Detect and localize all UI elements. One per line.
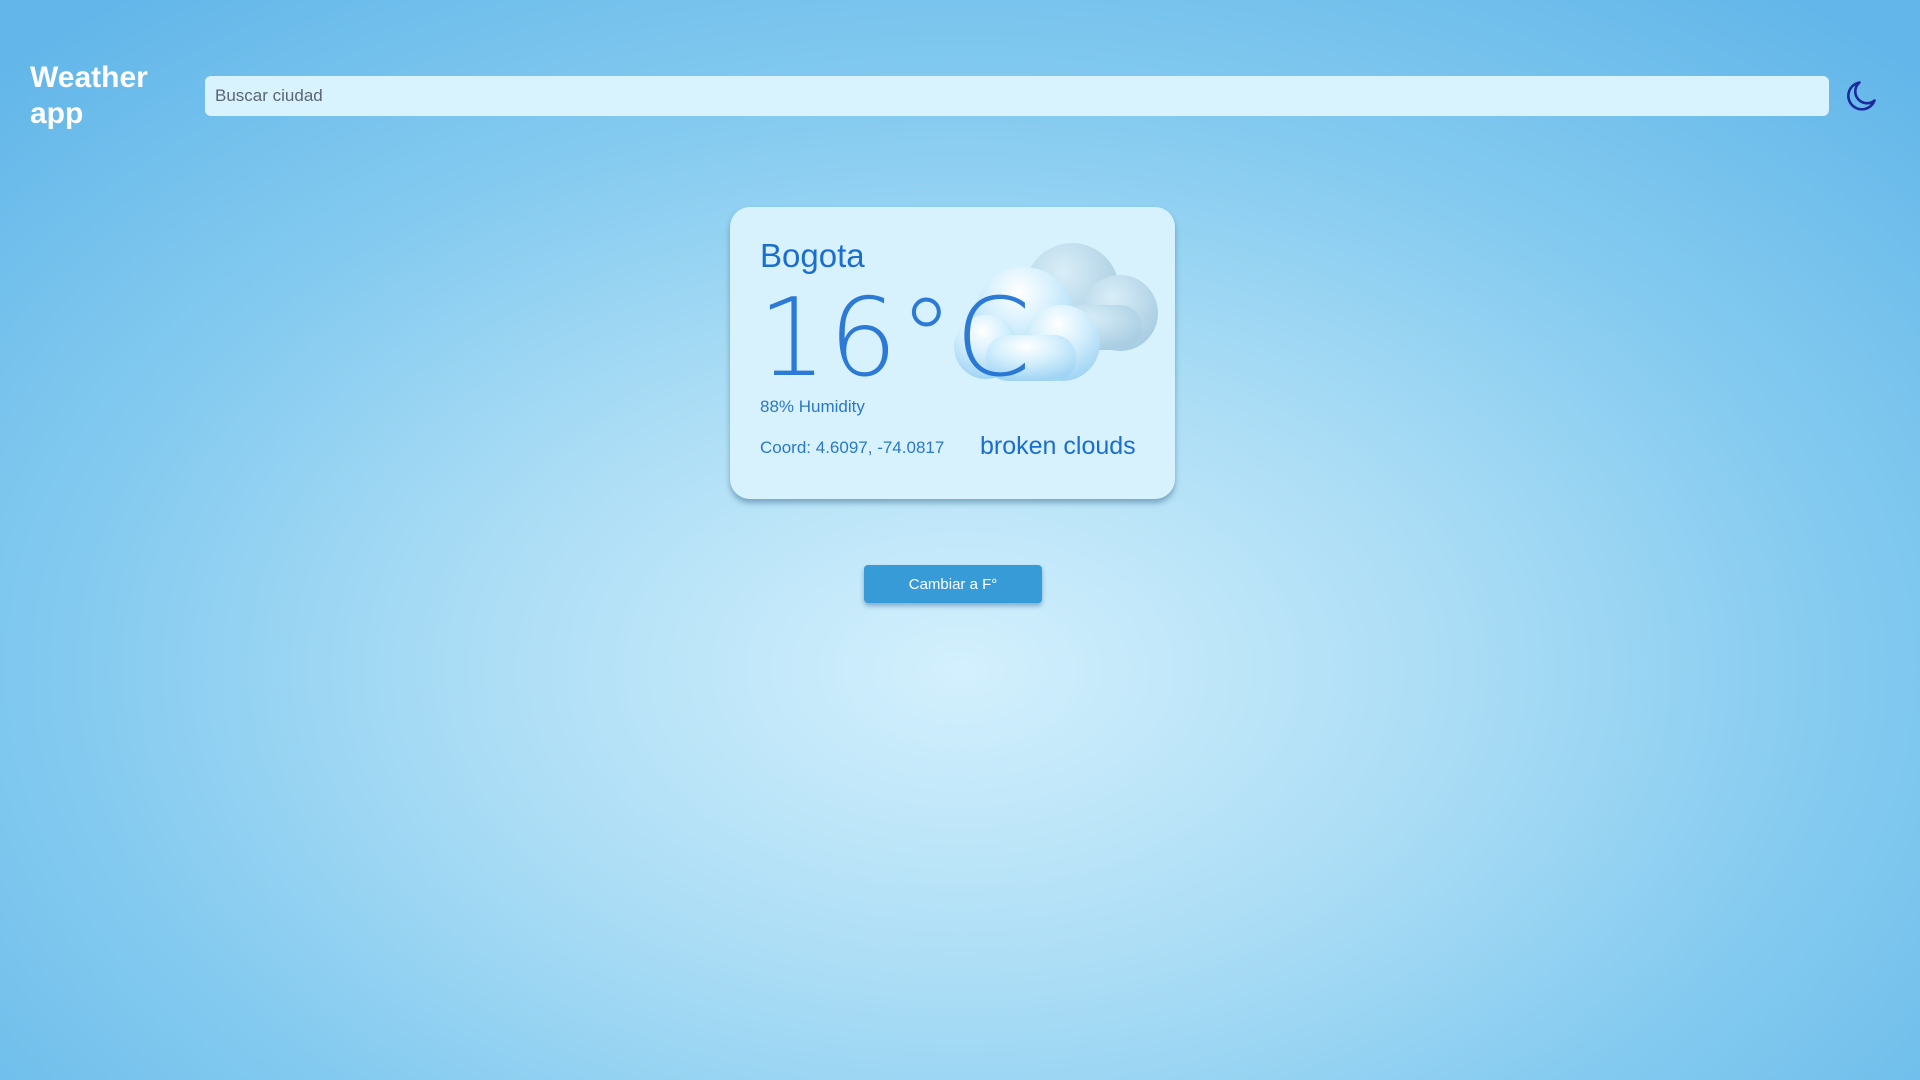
app-title: Weather app [30,61,148,130]
humidity: 88% Humidity [760,397,865,416]
search-input[interactable] [205,76,1829,116]
temperature: 16°C [758,276,1033,401]
unit-toggle-button[interactable]: Cambiar a F° [864,565,1042,603]
weather-card: Bogota 16°C 88% Humidity Coord: 4.6097, … [730,207,1175,499]
coordinates: Coord: 4.6097, -74.0817 [760,438,945,457]
app-header: Weather app [0,0,1920,140]
dark-mode-toggle[interactable] [1843,78,1879,114]
city-name: Bogota [760,237,865,274]
weather-description: broken clouds [980,432,1136,460]
moon-icon [1847,81,1876,111]
